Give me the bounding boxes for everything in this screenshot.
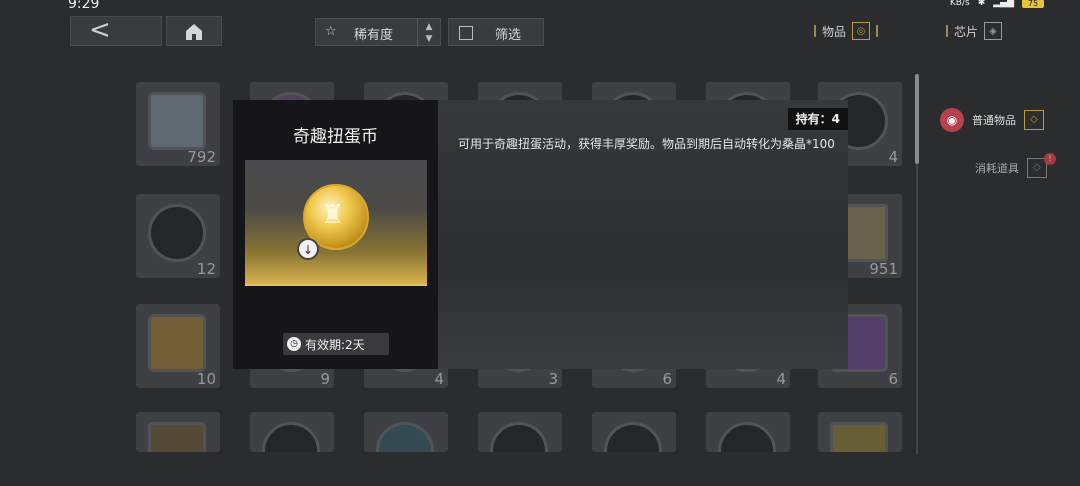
- notification-badge: !: [1044, 153, 1056, 165]
- bluetooth-icon: ✱: [977, 0, 986, 8]
- consumables-label: 消耗道具: [975, 162, 1019, 175]
- normal-items-tag-icon: ◇: [1024, 110, 1044, 130]
- item-icon: [148, 92, 206, 150]
- wifi-icon: ▂▄▆: [993, 0, 1014, 8]
- back-icon: <: [89, 15, 111, 45]
- normal-items-label: 普通物品: [972, 114, 1016, 127]
- filter-icon: [459, 26, 473, 40]
- item-icon: [148, 204, 206, 262]
- item-count: 10: [196, 370, 216, 388]
- inventory-item[interactable]: [818, 412, 902, 452]
- inventory-item[interactable]: [706, 412, 790, 452]
- battery-icon: 75: [1022, 0, 1044, 8]
- item-icon: [718, 422, 776, 452]
- inventory-item[interactable]: 792: [136, 82, 220, 166]
- item-count: 6: [888, 370, 898, 388]
- inventory-item[interactable]: [364, 412, 448, 452]
- item-count: 9: [320, 370, 330, 388]
- filter-button[interactable]: 筛选: [448, 18, 544, 46]
- download-badge-icon: ↓: [297, 238, 319, 260]
- scrollbar-thumb[interactable]: [915, 74, 919, 164]
- item-icon: [148, 422, 206, 452]
- tab-divider: [814, 25, 816, 37]
- status-bar: 9:29 KB/s ✱ ▂▄▆ 75: [0, 0, 1080, 12]
- back-button[interactable]: <: [70, 15, 162, 46]
- status-right: KB/s ✱ ▂▄▆ 75: [950, 0, 1044, 8]
- category-consumables[interactable]: 消耗道具 ◇!: [975, 153, 1056, 178]
- item-count: 792: [187, 148, 216, 166]
- sort-label: 稀有度: [354, 28, 394, 43]
- home-button[interactable]: [166, 16, 222, 46]
- items-tab-icon: ◎: [852, 22, 871, 40]
- filter-label: 筛选: [495, 28, 522, 43]
- home-icon: [186, 24, 202, 40]
- inventory-item[interactable]: [136, 412, 220, 452]
- item-icon: [376, 422, 434, 452]
- consumables-tag-icon: ◇!: [1027, 153, 1056, 178]
- chip-tab-icon: ◈: [984, 22, 1003, 40]
- tab-chips-label: 芯片: [954, 24, 979, 39]
- clock-icon: ◷: [287, 337, 301, 351]
- normal-items-icon: ◉: [940, 108, 964, 132]
- coin-emblem-icon: ♜: [321, 200, 345, 230]
- item-title: 奇趣扭蛋币: [293, 127, 378, 147]
- item-count: 4: [888, 148, 898, 166]
- item-icon: [490, 422, 548, 452]
- item-count: 3: [548, 370, 558, 388]
- item-icon: [830, 422, 888, 452]
- inventory-item[interactable]: 12: [136, 194, 220, 278]
- sort-toggle-icon: ▲ ▼: [417, 19, 440, 47]
- item-detail-panel: 持有：4 可用于奇趣扭蛋活动，获得丰厚奖励。物品到期后自动转化为桑晶*100: [438, 100, 848, 369]
- item-count: 951: [869, 260, 898, 278]
- item-detail-card: 奇趣扭蛋币 ♜ ↓ ◷ 有效期:2天: [233, 100, 438, 369]
- expiry-tag: ◷ 有效期:2天: [283, 333, 389, 355]
- owned-count: 持有：4: [787, 108, 848, 130]
- item-count: 4: [776, 370, 786, 388]
- item-count: 6: [662, 370, 672, 388]
- tab-items[interactable]: 物品 ◎: [814, 22, 879, 40]
- tab-divider: [876, 25, 879, 37]
- item-description: 可用于奇趣扭蛋活动，获得丰厚奖励。物品到期后自动转化为桑晶*100: [458, 137, 835, 151]
- item-artwork: ♜ ↓: [245, 160, 427, 286]
- tab-chips[interactable]: 芯片 ◈: [946, 22, 1003, 40]
- inventory-item[interactable]: [478, 412, 562, 452]
- tab-items-label: 物品: [822, 24, 847, 39]
- tab-divider: [946, 25, 948, 37]
- expiry-text: 有效期:2天: [305, 337, 365, 352]
- category-normal-items[interactable]: ◉ 普通物品 ◇: [940, 108, 1044, 132]
- inventory-item[interactable]: [250, 412, 334, 452]
- item-count: 12: [196, 260, 216, 278]
- net-speed: KB/s: [949, 0, 970, 8]
- top-bar: < ☆ 稀有度 ▲ ▼ 筛选 物品 ◎ 芯片 ◈: [70, 15, 1050, 48]
- inventory-item[interactable]: [592, 412, 676, 452]
- item-icon: [604, 422, 662, 452]
- item-icon: [262, 422, 320, 452]
- sort-dropdown[interactable]: ☆ 稀有度 ▲ ▼: [315, 18, 441, 47]
- status-time: 9:29: [68, 0, 100, 12]
- item-count: 4: [434, 370, 444, 388]
- inventory-item[interactable]: 10: [136, 304, 220, 388]
- scrollbar-track[interactable]: [916, 164, 918, 454]
- star-icon: ☆: [325, 24, 337, 39]
- item-icon: [148, 314, 206, 372]
